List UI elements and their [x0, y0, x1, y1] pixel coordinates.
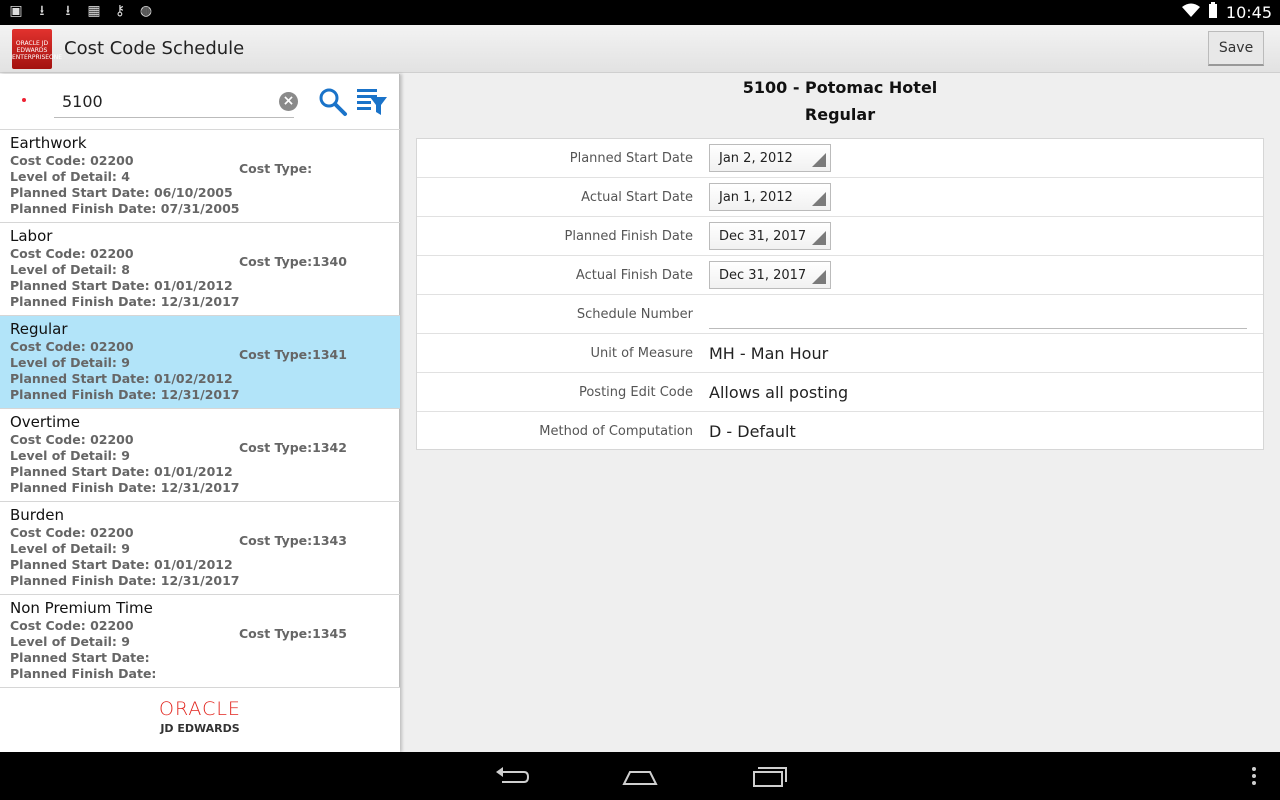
- planned-start-value: Jan 2, 2012: [719, 151, 793, 166]
- oracle-logo-text: ORACLE: [159, 698, 241, 720]
- detail-subheading: Regular: [804, 105, 876, 124]
- cost-code-list[interactable]: Earthwork Cost Code: 02200 Level of Deta…: [0, 130, 400, 688]
- dropdown-corner-icon: [812, 270, 826, 284]
- action-bar: ORACLE JD EDWARDS ENTERPRISEONE Cost Cod…: [0, 25, 1280, 73]
- filter-icon[interactable]: [356, 87, 388, 117]
- item-title: Non Premium Time: [10, 599, 153, 617]
- posting-label: Posting Edit Code: [578, 385, 693, 400]
- actual-finish-date-picker[interactable]: Dec 31, 2017: [709, 261, 831, 289]
- list-item-selected[interactable]: Regular Cost Code: 02200 Level of Detail…: [0, 316, 400, 409]
- item-finish: Planned Finish Date: 07/31/2005: [10, 201, 240, 216]
- search-bar: ×: [0, 74, 400, 130]
- actual-finish-row: Actual Finish Date Dec 31, 2017: [417, 256, 1263, 295]
- item-cost-type: Cost Type:: [239, 161, 313, 176]
- item-finish: Planned Finish Date: 12/31/2017: [10, 294, 240, 309]
- item-title: Overtime: [10, 413, 80, 431]
- navigation-bar: [0, 752, 1280, 800]
- actual-start-date-picker[interactable]: Jan 1, 2012: [709, 183, 831, 211]
- app-logo: ORACLE JD EDWARDS ENTERPRISEONE: [12, 29, 62, 69]
- item-start: Planned Start Date:: [10, 650, 150, 665]
- item-title: Labor: [10, 227, 53, 245]
- clock: 10:45: [1225, 2, 1272, 22]
- planned-start-label: Planned Start Date: [569, 151, 693, 166]
- back-icon[interactable]: [494, 764, 530, 788]
- method-row: Method of Computation D - Default: [417, 412, 1263, 451]
- item-start: Planned Start Date: 06/10/2005: [10, 185, 233, 200]
- overflow-menu-icon[interactable]: [1240, 764, 1264, 788]
- download-icon: ⭳: [39, 3, 45, 19]
- screenshot-notification-icon: ▣: [9, 3, 23, 19]
- list-item[interactable]: Earthwork Cost Code: 02200 Level of Deta…: [0, 130, 400, 223]
- item-cost-type: Cost Type:1341: [239, 347, 347, 362]
- list-item[interactable]: Labor Cost Code: 02200 Level of Detail: …: [0, 223, 400, 316]
- download-icon: ⭳: [65, 3, 71, 19]
- planned-finish-row: Planned Finish Date Dec 31, 2017: [417, 217, 1263, 256]
- item-start: Planned Start Date: 01/01/2012: [10, 278, 233, 293]
- actual-start-label: Actual Start Date: [581, 190, 693, 205]
- status-bar: ▣ ⭳ ⭳ ▦ ⚷ ◍ 10:45: [0, 0, 1280, 25]
- item-level: Level of Detail: 4: [10, 169, 130, 184]
- method-label: Method of Computation: [539, 424, 693, 439]
- home-icon[interactable]: [622, 764, 658, 788]
- dropdown-corner-icon: [812, 153, 826, 167]
- item-title: Earthwork: [10, 134, 87, 152]
- item-cost-type: Cost Type:1343: [239, 533, 347, 548]
- clear-icon[interactable]: ×: [279, 92, 298, 111]
- detail-heading: 5100 - Potomac Hotel: [742, 78, 938, 97]
- item-cost-type: Cost Type:1342: [239, 440, 347, 455]
- item-start: Planned Start Date: 01/01/2012: [10, 464, 233, 479]
- dropdown-corner-icon: [812, 192, 826, 206]
- cost-code-list-panel: × Earthwork Cost Code: 02200 Level of De…: [0, 74, 400, 752]
- actual-start-value: Jan 1, 2012: [719, 190, 793, 205]
- uom-value: MH - Man Hour: [709, 344, 829, 363]
- posting-row: Posting Edit Code Allows all posting: [417, 373, 1263, 412]
- dropdown-corner-icon: [812, 231, 826, 245]
- list-item[interactable]: Burden Cost Code: 02200 Level of Detail:…: [0, 502, 400, 595]
- planned-finish-value: Dec 31, 2017: [719, 229, 807, 244]
- item-start: Planned Start Date: 01/02/2012: [10, 371, 233, 386]
- item-cost-type: Cost Type:1340: [239, 254, 347, 269]
- list-item[interactable]: Non Premium Time Cost Code: 02200 Level …: [0, 595, 400, 688]
- item-start: Planned Start Date: 01/01/2012: [10, 557, 233, 572]
- key-icon: ⚷: [114, 3, 126, 19]
- planned-finish-label: Planned Finish Date: [564, 229, 694, 244]
- list-item[interactable]: Overtime Cost Code: 02200 Level of Detai…: [0, 409, 400, 502]
- actual-start-row: Actual Start Date Jan 1, 2012: [417, 178, 1263, 217]
- oracle-jde-logo: ORACLE JD EDWARDS: [0, 688, 400, 752]
- item-finish: Planned Finish Date: 12/31/2017: [10, 387, 240, 402]
- image-icon: ▦: [87, 3, 101, 19]
- uom-row: Unit of Measure MH - Man Hour: [417, 334, 1263, 373]
- required-indicator: [22, 98, 26, 102]
- item-cost-code: Cost Code: 02200: [10, 153, 134, 168]
- schedule-number-input[interactable]: [709, 303, 1247, 329]
- save-button[interactable]: Save: [1208, 31, 1264, 66]
- schedule-form: Planned Start Date Jan 2, 2012 Actual St…: [416, 138, 1264, 450]
- item-finish: Planned Finish Date: 12/31/2017: [10, 480, 240, 495]
- jde-logo-text: JD EDWARDS: [160, 722, 240, 735]
- item-cost-type: Cost Type:1345: [239, 626, 347, 641]
- wifi-icon: [1181, 3, 1200, 21]
- posting-value: Allows all posting: [709, 383, 849, 402]
- schedule-number-label: Schedule Number: [576, 307, 693, 322]
- item-finish: Planned Finish Date: 12/31/2017: [10, 573, 240, 588]
- battery-icon: [1208, 2, 1218, 22]
- item-finish: Planned Finish Date:: [10, 666, 157, 681]
- item-title: Burden: [10, 506, 64, 524]
- uom-label: Unit of Measure: [590, 346, 693, 361]
- item-title: Regular: [10, 320, 68, 338]
- globe-icon: ◍: [139, 3, 153, 19]
- planned-finish-date-picker[interactable]: Dec 31, 2017: [709, 222, 831, 250]
- actual-finish-value: Dec 31, 2017: [719, 268, 807, 283]
- search-input[interactable]: [54, 86, 294, 118]
- actual-finish-label: Actual Finish Date: [575, 268, 693, 283]
- planned-start-row: Planned Start Date Jan 2, 2012: [417, 139, 1263, 178]
- page-title: Cost Code Schedule: [64, 38, 245, 59]
- recent-apps-icon[interactable]: [752, 764, 788, 788]
- planned-start-date-picker[interactable]: Jan 2, 2012: [709, 144, 831, 172]
- schedule-number-row: Schedule Number: [417, 295, 1263, 334]
- search-icon[interactable]: [318, 87, 348, 117]
- method-value: D - Default: [709, 422, 796, 441]
